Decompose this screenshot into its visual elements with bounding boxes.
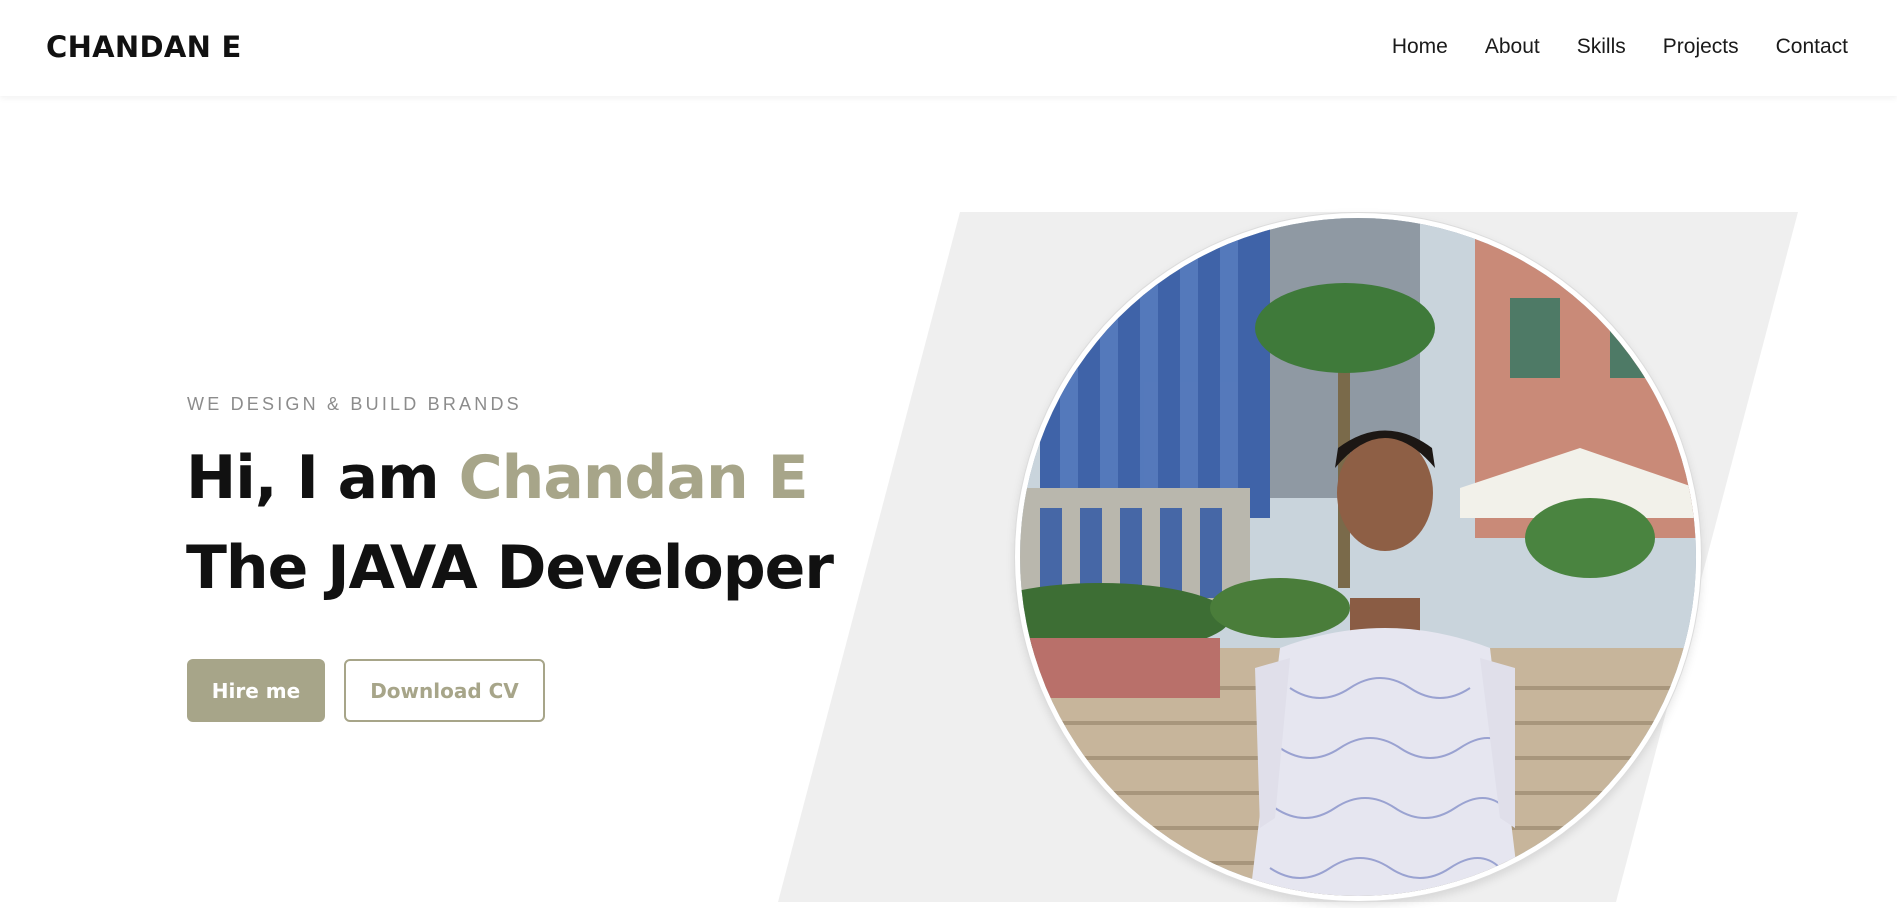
- hero-name: Chandan E: [458, 443, 809, 513]
- greeting-text: Hi, I am: [186, 443, 440, 513]
- brand-logo[interactable]: CHANDAN E: [46, 30, 242, 64]
- hero-headline: Hi, I am Chandan E: [186, 448, 809, 508]
- nav-menu: Home About Skills Projects Contact: [1392, 35, 1848, 59]
- hire-me-button[interactable]: Hire me: [187, 659, 325, 722]
- nav-contact[interactable]: Contact: [1776, 35, 1848, 59]
- nav-skills[interactable]: Skills: [1577, 35, 1626, 59]
- hero-tagline: WE DESIGN & BUILD BRANDS: [187, 394, 522, 414]
- hero-role: The JAVA Developer: [186, 533, 834, 603]
- profile-photo: [1015, 213, 1701, 901]
- nav-about[interactable]: About: [1485, 35, 1540, 59]
- nav-home[interactable]: Home: [1392, 35, 1448, 59]
- download-cv-button[interactable]: Download CV: [344, 659, 545, 722]
- navbar: CHANDAN E Home About Skills Projects Con…: [0, 0, 1897, 96]
- nav-projects[interactable]: Projects: [1663, 35, 1739, 59]
